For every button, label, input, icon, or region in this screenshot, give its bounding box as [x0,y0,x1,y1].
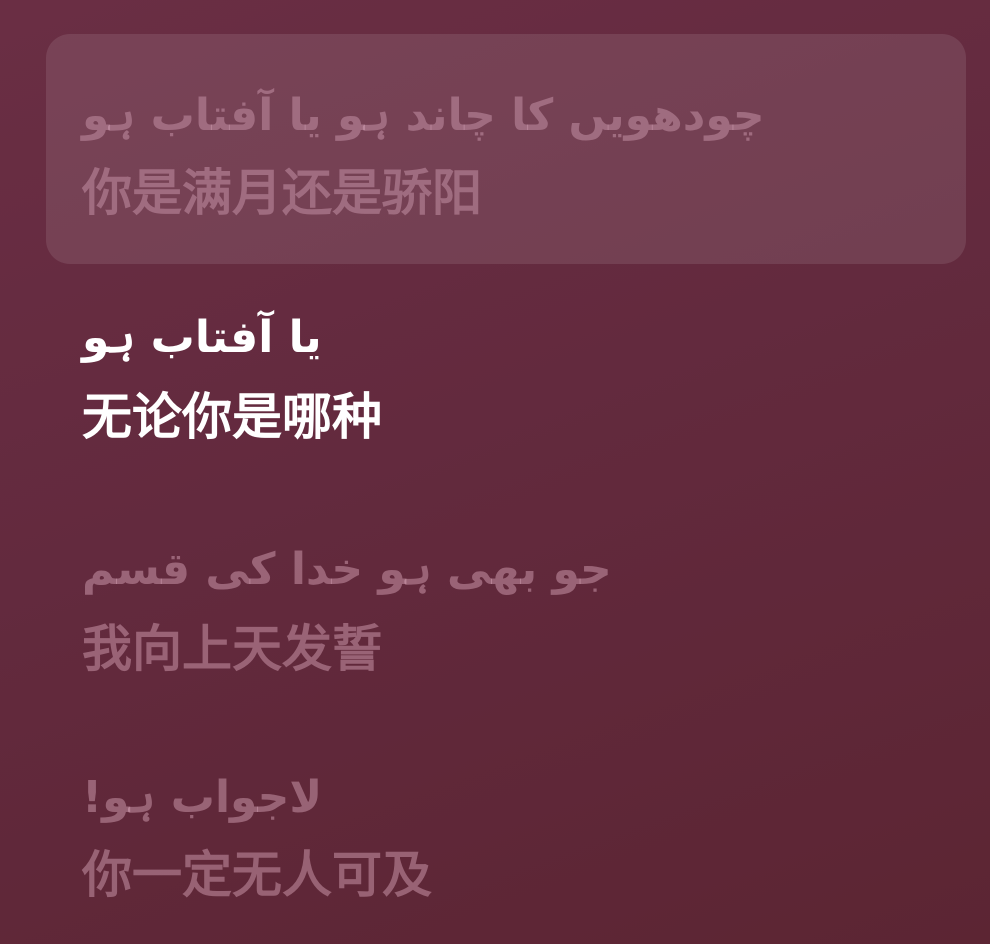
lyric-line-upcoming[interactable]: جو بھی ہو خدا کی قسم 我向上天发誓 [46,540,966,678]
lyrics-view: چودھویں کا چاند ہو یا آفتاب ہو 你是满月还是骄阳 … [0,0,990,944]
lyric-translation-text: 你是满月还是骄阳 [82,164,482,222]
lyric-translation-text: 无论你是哪种 [82,388,382,446]
lyric-line-previous[interactable]: چودھویں کا چاند ہو یا آفتاب ہو 你是满月还是骄阳 [46,34,966,264]
lyric-original-text: جو بھی ہو خدا کی قسم [82,544,612,595]
lyric-original-text: لاجواب ہو! [82,772,323,823]
lyric-translation-text: 我向上天发誓 [82,620,382,678]
lyric-line-active[interactable]: یا آفتاب ہو 无论你是哪种 [46,312,966,446]
lyric-line-upcoming[interactable]: لاجواب ہو! 你一定无人可及 [46,772,966,904]
lyric-translation-text: 你一定无人可及 [82,846,432,904]
lyric-original-text: یا آفتاب ہو [82,312,322,363]
lyric-original-text: چودھویں کا چاند ہو یا آفتاب ہو [82,90,765,141]
